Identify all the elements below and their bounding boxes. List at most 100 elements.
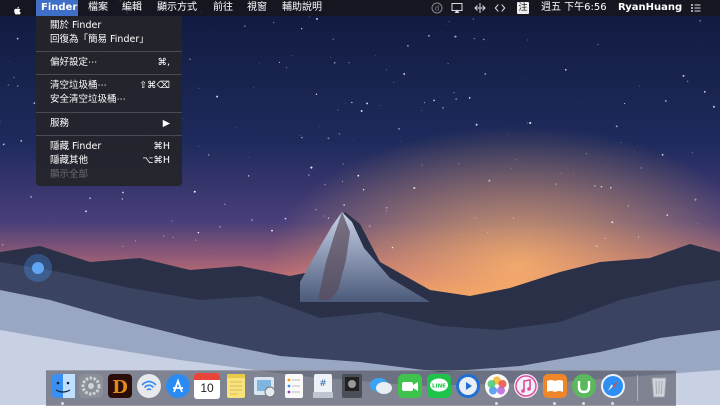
menu-item-empty-trash[interactable]: 清空垃圾桶⋯ ⇧⌘⌫ xyxy=(50,80,176,92)
ibooks-icon[interactable] xyxy=(542,373,568,399)
trash-icon[interactable] xyxy=(646,373,672,399)
star xyxy=(248,157,249,158)
star xyxy=(616,125,618,127)
clock[interactable]: 週五 下午6:56 xyxy=(541,0,607,16)
menu-help[interactable]: 輔助說明 xyxy=(282,0,322,16)
menu-go[interactable]: 前往 xyxy=(213,0,233,16)
star xyxy=(596,245,598,247)
star xyxy=(163,236,164,237)
dashboard-icon[interactable]: d xyxy=(431,2,443,14)
notes-icon[interactable] xyxy=(223,373,249,399)
star xyxy=(639,86,640,87)
menu-window[interactable]: 視窗 xyxy=(247,0,267,16)
calendar-day: 10 xyxy=(194,380,220,397)
star xyxy=(308,174,310,176)
star xyxy=(439,96,440,97)
move-icon[interactable] xyxy=(474,2,486,14)
calendar-icon[interactable]: 10 xyxy=(194,373,220,399)
apple-menu-icon[interactable] xyxy=(12,3,23,19)
star xyxy=(2,244,4,246)
star xyxy=(507,134,508,135)
star xyxy=(455,98,457,100)
finder-dropdown-menu: 關於 Finder 回復為「簡易 Finder」 偏好設定⋯ ⌘, 清空垃圾桶⋯… xyxy=(36,16,182,186)
utorrent-icon[interactable] xyxy=(571,373,597,399)
star xyxy=(641,167,642,168)
menu-item-hide-others[interactable]: 隱藏其他 ⌥⌘H xyxy=(50,155,176,167)
diablo-game-icon[interactable]: D xyxy=(107,373,133,399)
star xyxy=(569,34,570,35)
menu-edit[interactable]: 編輯 xyxy=(122,0,142,16)
svg-text:d: d xyxy=(435,5,439,13)
menu-item-label: 隱藏其他 xyxy=(50,155,88,166)
menu-view[interactable]: 顯示方式 xyxy=(157,0,197,16)
star xyxy=(195,240,196,241)
star xyxy=(634,152,635,153)
star xyxy=(20,140,22,142)
star xyxy=(178,188,179,189)
menu-item-label: 安全清空垃圾桶⋯ xyxy=(50,94,126,105)
input-method-indicator[interactable]: 注 xyxy=(517,2,529,14)
menu-item-preferences[interactable]: 偏好設定⋯ ⌘, xyxy=(50,57,176,69)
star xyxy=(527,40,528,41)
star xyxy=(224,204,225,205)
menu-item-label: 偏好設定⋯ xyxy=(50,57,98,68)
photos-icon[interactable] xyxy=(484,373,510,399)
finder-icon[interactable] xyxy=(50,373,76,399)
star xyxy=(428,35,430,37)
star xyxy=(316,18,318,20)
grab-screenshot-icon[interactable] xyxy=(339,373,365,399)
star xyxy=(85,210,87,212)
star xyxy=(413,187,415,189)
star xyxy=(692,152,693,153)
script-editor-icon[interactable]: # xyxy=(310,373,336,399)
star xyxy=(474,38,476,40)
star xyxy=(194,191,196,193)
menu-separator xyxy=(36,112,182,113)
finder-menu-title[interactable]: Finder xyxy=(36,0,78,16)
system-preferences-icon[interactable] xyxy=(78,373,104,399)
star xyxy=(309,17,310,18)
menu-item-secure-empty-trash[interactable]: 安全清空垃圾桶⋯ xyxy=(50,94,176,106)
shortcut-label: ⌘, xyxy=(157,57,170,69)
line-app-icon[interactable]: LINE xyxy=(426,373,452,399)
star xyxy=(422,165,423,166)
star xyxy=(638,236,639,237)
star xyxy=(586,153,587,154)
star xyxy=(624,103,625,104)
star xyxy=(666,214,668,216)
star xyxy=(610,187,611,188)
user-account-name[interactable]: RyanHuang xyxy=(618,0,682,16)
notification-center-icon[interactable] xyxy=(690,2,702,14)
star xyxy=(353,140,354,141)
star xyxy=(469,97,471,99)
itunes-icon[interactable] xyxy=(513,373,539,399)
star xyxy=(348,62,349,63)
facetime-icon[interactable] xyxy=(397,373,423,399)
star xyxy=(330,57,331,58)
star xyxy=(198,88,199,89)
shortcut-label: ⌥⌘H xyxy=(142,155,170,167)
menu-item-label: 隱藏 Finder xyxy=(50,141,101,152)
menu-bar: Finder 檔案 編輯 顯示方式 前往 視窗 輔助說明 d 注 週五 下午6:… xyxy=(0,0,720,16)
menu-item-services[interactable]: 服務 ▶ xyxy=(50,118,176,130)
wifi-icon[interactable] xyxy=(136,373,162,399)
star xyxy=(573,173,574,174)
preview-icon[interactable] xyxy=(252,373,278,399)
menu-item-simple-finder[interactable]: 回復為「簡易 Finder」 xyxy=(50,34,176,46)
reminders-icon[interactable] xyxy=(281,373,307,399)
star xyxy=(253,87,254,88)
menu-file[interactable]: 檔案 xyxy=(88,0,108,16)
airplay-icon[interactable] xyxy=(451,2,463,14)
app-store-icon[interactable] xyxy=(165,373,191,399)
menu-item-about-finder[interactable]: 關於 Finder xyxy=(50,20,176,32)
star xyxy=(286,67,287,68)
shortcut-label: ⇧⌘⌫ xyxy=(139,80,170,92)
calendar-header xyxy=(194,373,220,380)
safari-icon[interactable] xyxy=(600,373,626,399)
menu-item-hide-finder[interactable]: 隱藏 Finder ⌘H xyxy=(50,141,176,153)
code-brackets-icon[interactable] xyxy=(494,2,506,14)
star xyxy=(198,232,200,234)
messages-icon[interactable] xyxy=(368,373,394,399)
star xyxy=(483,39,484,40)
quicktime-player-icon[interactable] xyxy=(455,373,481,399)
